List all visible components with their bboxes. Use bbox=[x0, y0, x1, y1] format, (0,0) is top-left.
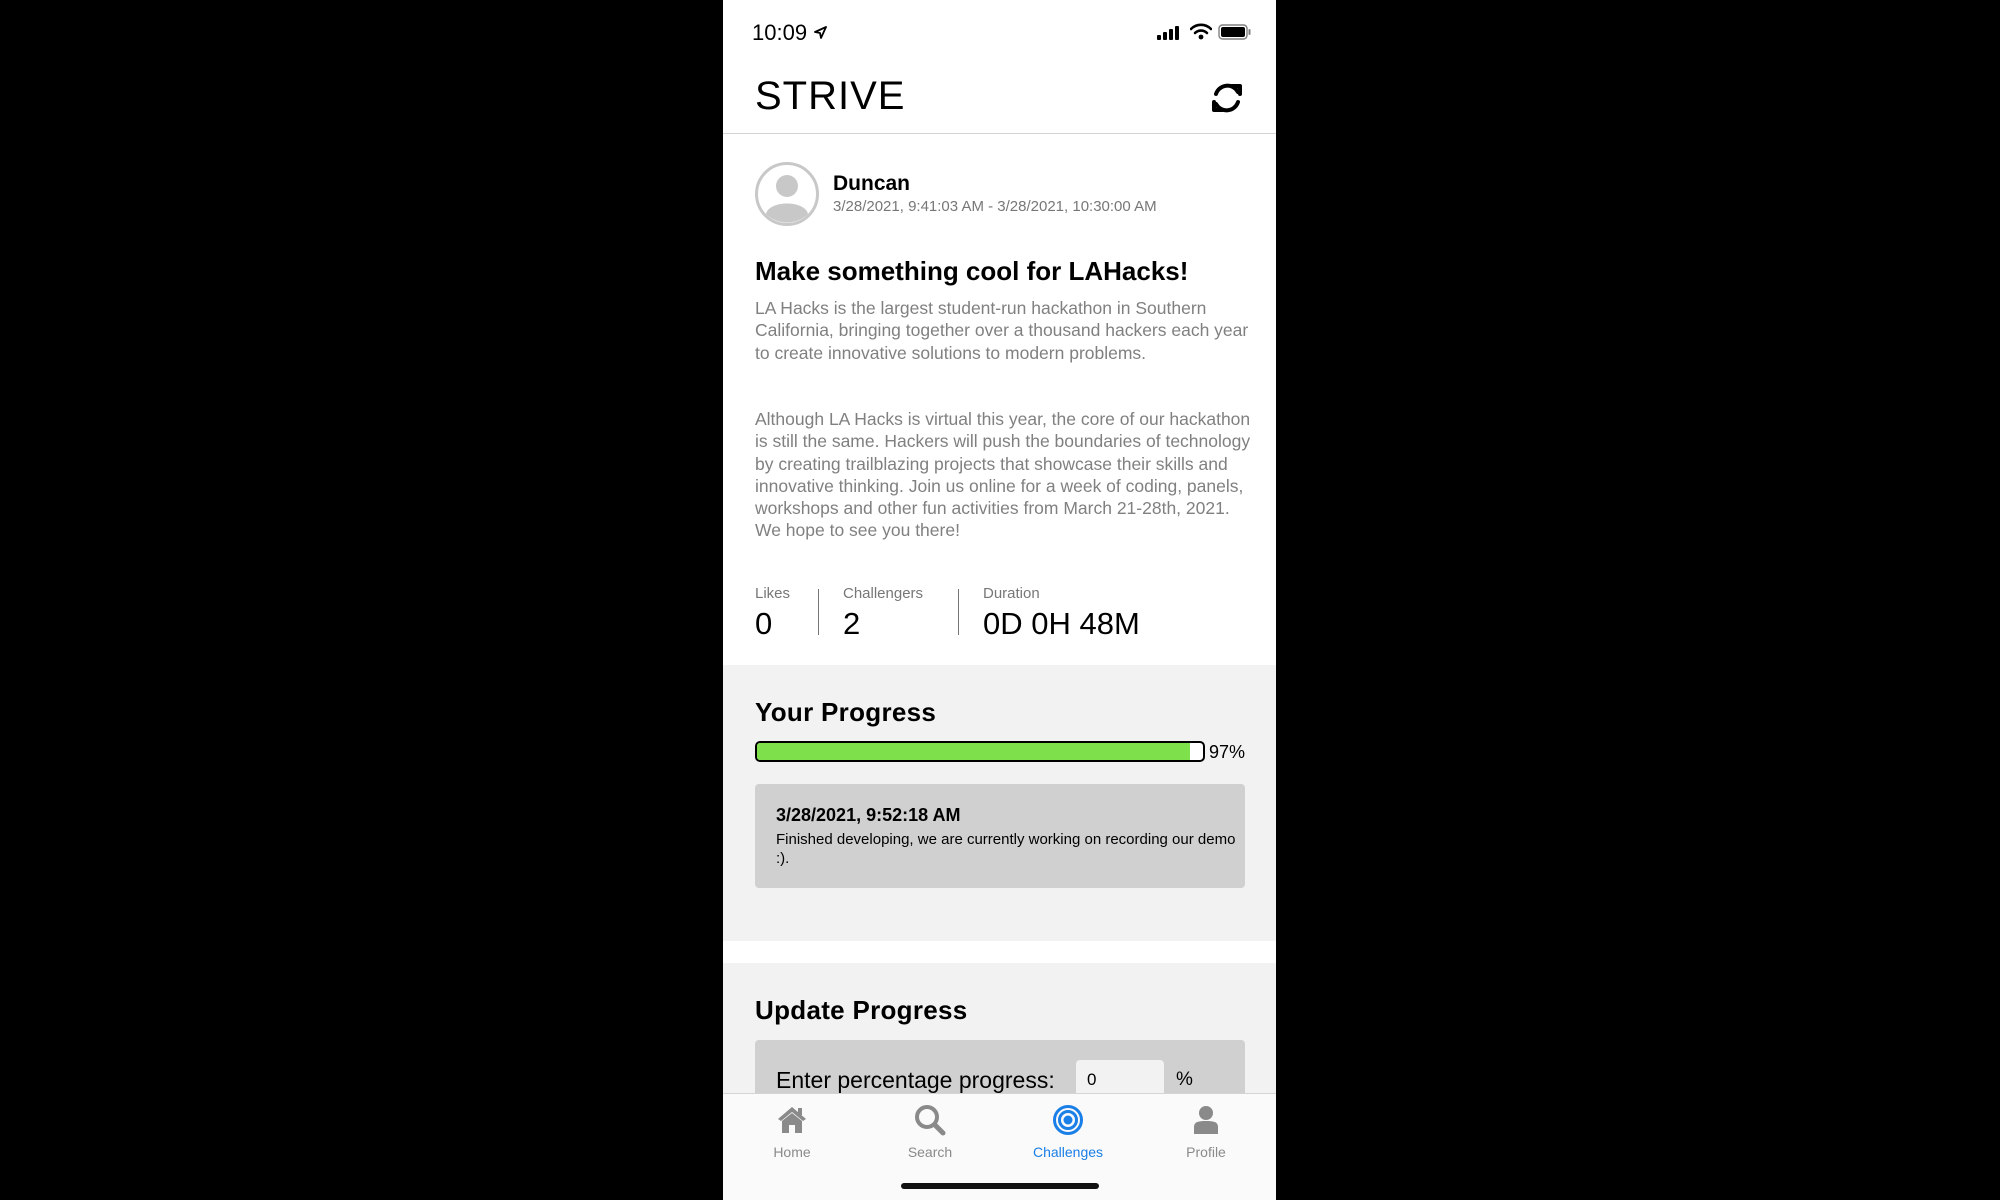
duration-label: Duration bbox=[983, 585, 1040, 602]
search-icon bbox=[915, 1105, 946, 1136]
post-description: Although LA Hacks is virtual this year, … bbox=[755, 409, 1251, 541]
post-description: LA Hacks is the largest student-run hack… bbox=[755, 298, 1249, 363]
home-icon bbox=[778, 1107, 806, 1133]
entry-text: Finished developing, we are currently wo… bbox=[776, 831, 1236, 867]
target-icon bbox=[1053, 1105, 1083, 1135]
progress-percent: 97% bbox=[1209, 742, 1246, 762]
tab-challenges[interactable]: Challenges bbox=[999, 1094, 1137, 1174]
challengers-value: 2 bbox=[843, 606, 861, 641]
challengers-stat: Challengers 2 bbox=[843, 585, 923, 642]
likes-stat: Likes 0 bbox=[755, 585, 790, 642]
progress-input-label: Enter percentage progress: bbox=[776, 1067, 1055, 1093]
location-arrow-icon bbox=[814, 26, 827, 39]
tab-label: Profile bbox=[1186, 1144, 1226, 1160]
battery-icon bbox=[1218, 24, 1251, 40]
progress-bar bbox=[755, 741, 1205, 762]
challenge-post: Duncan 3/28/2021, 9:41:03 AM - 3/28/2021… bbox=[723, 135, 1276, 665]
avatar-icon[interactable] bbox=[755, 162, 819, 226]
cell-signal-icon bbox=[1157, 26, 1179, 40]
refresh-icon bbox=[1212, 83, 1242, 113]
likes-value: 0 bbox=[755, 606, 773, 641]
home-indicator[interactable] bbox=[901, 1183, 1099, 1189]
post-title: Make something cool for LAHacks! bbox=[755, 256, 1189, 286]
progress-input-panel: Enter percentage progress: % bbox=[755, 1040, 1245, 1093]
duration-stat: Duration 0D 0H 48M bbox=[983, 585, 1140, 642]
tab-bar: Home Search Challenges Profile bbox=[723, 1093, 1276, 1200]
entry-timestamp: 3/28/2021, 9:52:18 AM bbox=[776, 805, 961, 825]
app-title: STRIVE bbox=[755, 74, 906, 118]
scroll-content[interactable]: Duncan 3/28/2021, 9:41:03 AM - 3/28/2021… bbox=[723, 135, 1276, 1093]
percent-sign: % bbox=[1176, 1069, 1193, 1090]
status-bar: 10:09 bbox=[723, 0, 1276, 66]
author-name[interactable]: Duncan bbox=[833, 172, 910, 196]
tab-label: Challenges bbox=[1032, 1144, 1104, 1160]
duration-value: 0D 0H 48M bbox=[983, 606, 1140, 641]
tab-label: Home bbox=[773, 1144, 811, 1160]
progress-update-entry: 3/28/2021, 9:52:18 AM Finished developin… bbox=[755, 784, 1245, 888]
wifi-icon bbox=[1190, 23, 1212, 40]
tab-profile[interactable]: Profile bbox=[1137, 1094, 1275, 1174]
update-progress-section: Update Progress Enter percentage progres… bbox=[723, 963, 1276, 1093]
tab-home[interactable]: Home bbox=[723, 1094, 861, 1174]
app-header: STRIVE bbox=[723, 66, 1276, 134]
percentage-input[interactable] bbox=[1076, 1060, 1164, 1093]
status-time: 10:09 bbox=[752, 20, 808, 45]
progress-fill bbox=[757, 743, 1190, 760]
post-dates: 3/28/2021, 9:41:03 AM - 3/28/2021, 10:30… bbox=[833, 198, 1157, 215]
stat-divider bbox=[818, 589, 819, 635]
likes-label: Likes bbox=[755, 585, 791, 602]
your-progress-section: Your Progress 97% 3/28/2021, 9:52:18 AM … bbox=[723, 665, 1276, 941]
refresh-button[interactable] bbox=[1207, 78, 1247, 118]
person-icon bbox=[1194, 1106, 1218, 1134]
phone-screen: 10:09 STRIVE Duncan 3/28/2021, 9:41:03 A… bbox=[723, 0, 1276, 1200]
section-separator bbox=[723, 941, 1276, 963]
section-heading: Your Progress bbox=[755, 697, 937, 727]
section-heading: Update Progress bbox=[755, 995, 968, 1025]
tab-label: Search bbox=[907, 1144, 953, 1160]
challengers-label: Challengers bbox=[843, 585, 924, 602]
tab-search[interactable]: Search bbox=[861, 1094, 999, 1174]
stat-divider bbox=[958, 589, 959, 635]
